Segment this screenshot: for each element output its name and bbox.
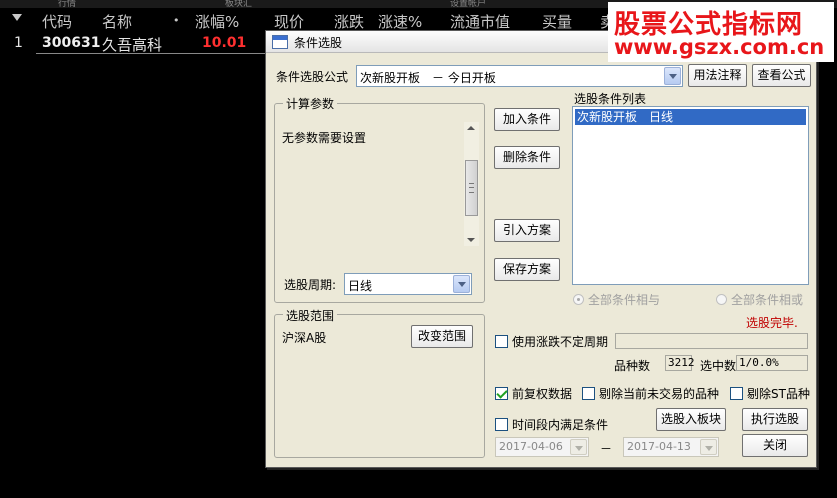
import-plan-button[interactable]: 引入方案: [494, 219, 560, 242]
dialog-title: 条件选股: [294, 36, 343, 50]
condition-list[interactable]: 次新股开板 日线: [572, 106, 809, 285]
formula-value: 次新股开板 － 今日开板: [360, 71, 496, 85]
col-bid-vol[interactable]: 买量: [542, 11, 572, 32]
exclude-st-checkbox[interactable]: 剔除ST品种: [730, 385, 810, 402]
chevron-down-icon[interactable]: [664, 67, 681, 85]
exclude-untraded-checkbox[interactable]: 剔除当前未交易的品种: [582, 385, 719, 402]
row-name: 久吾高科: [102, 36, 163, 54]
top-tab[interactable]: 设置帐户: [450, 0, 486, 8]
date-separator: －: [600, 442, 613, 456]
watermark: 股票公式指标网 www.gszx.com.cn: [608, 2, 834, 62]
col-speed[interactable]: 涨速%: [378, 11, 422, 32]
top-tab[interactable]: 板块汇: [225, 0, 252, 8]
checkbox-box[interactable]: [495, 335, 508, 348]
date-to-picker[interactable]: 2017-04-13: [623, 437, 719, 457]
chevron-down-icon[interactable]: [570, 439, 587, 455]
delete-condition-button[interactable]: 删除条件: [494, 146, 560, 169]
scroll-thumb[interactable]: [465, 160, 478, 216]
top-tab[interactable]: 行情: [58, 0, 76, 8]
chevron-down-icon[interactable]: [453, 275, 470, 293]
radio-or[interactable]: 全部条件相或: [716, 291, 803, 308]
add-condition-button[interactable]: 加入条件: [494, 108, 560, 131]
row-underline: [36, 53, 266, 54]
watermark-url: www.gszx.com.cn: [614, 35, 825, 59]
row-index: 1: [14, 35, 23, 51]
checkbox-box[interactable]: [495, 418, 508, 431]
period-label: 选股周期:: [284, 278, 337, 292]
radio-and[interactable]: 全部条件相与: [573, 291, 660, 308]
condition-list-title: 选股条件列表: [574, 92, 647, 106]
calc-params-title: 计算参数: [283, 95, 338, 112]
total-label: 品种数: [614, 359, 651, 373]
formula-select[interactable]: 次新股开板 － 今日开板: [356, 65, 683, 87]
date-from-value: 2017-04-06: [499, 440, 563, 453]
change-scope-button[interactable]: 改变范围: [411, 325, 473, 348]
time-range-checkbox[interactable]: 时间段内满足条件: [495, 416, 608, 433]
period-select[interactable]: 日线: [344, 273, 472, 295]
close-button[interactable]: 关闭: [742, 434, 808, 457]
col-float-cap[interactable]: 流通市值: [450, 11, 510, 32]
checkbox-box[interactable]: [730, 387, 743, 400]
sort-arrow-icon[interactable]: [12, 14, 22, 21]
col-dot: •: [173, 14, 180, 27]
row-change-pct: 10.01: [202, 35, 247, 51]
condition-select-dialog: 条件选股 条件选股公式 次新股开板 － 今日开板 用法注释 查看公式 计算参数 …: [265, 30, 817, 468]
chevron-down-icon[interactable]: [700, 439, 717, 455]
list-item[interactable]: 次新股开板 日线: [575, 109, 806, 125]
view-formula-button[interactable]: 查看公式: [752, 64, 811, 87]
selected-value: 1/0.0%: [736, 355, 808, 371]
radio-or-dot[interactable]: [716, 294, 727, 305]
checkbox-box[interactable]: [582, 387, 595, 400]
col-price[interactable]: 现价: [274, 11, 304, 32]
col-name[interactable]: 名称: [102, 11, 132, 32]
scope-value: 沪深A股: [282, 331, 327, 345]
period-value: 日线: [348, 279, 373, 293]
scroll-up-icon[interactable]: [467, 126, 475, 130]
select-to-block-button[interactable]: 选股入板块: [656, 408, 726, 431]
col-code[interactable]: 代码: [42, 11, 72, 32]
save-plan-button[interactable]: 保存方案: [494, 258, 560, 281]
date-from-picker[interactable]: 2017-04-06: [495, 437, 589, 457]
selected-label: 选中数: [700, 359, 737, 373]
col-change-pct[interactable]: 涨幅%: [195, 11, 239, 32]
no-params-text: 无参数需要设置: [282, 131, 367, 145]
formula-label: 条件选股公式: [276, 70, 349, 84]
radio-and-dot[interactable]: [573, 294, 584, 305]
params-scrollbar[interactable]: [464, 122, 479, 246]
run-select-button[interactable]: 执行选股: [742, 408, 808, 431]
variable-period-checkbox[interactable]: 使用涨跌不定周期: [495, 333, 608, 350]
usage-button[interactable]: 用法注释: [688, 64, 747, 87]
scope-title: 选股范围: [283, 307, 338, 324]
total-value: 3212: [665, 355, 695, 371]
scroll-down-icon[interactable]: [467, 238, 475, 242]
window-icon: [272, 35, 288, 49]
forward-adjust-checkbox[interactable]: 前复权数据: [495, 385, 572, 402]
checkbox-box[interactable]: [495, 387, 508, 400]
col-change[interactable]: 涨跌: [334, 11, 364, 32]
variable-period-field: [615, 333, 808, 349]
date-to-value: 2017-04-13: [627, 440, 691, 453]
status-text: 选股完毕.: [746, 316, 798, 330]
row-code: 300631: [42, 35, 101, 51]
